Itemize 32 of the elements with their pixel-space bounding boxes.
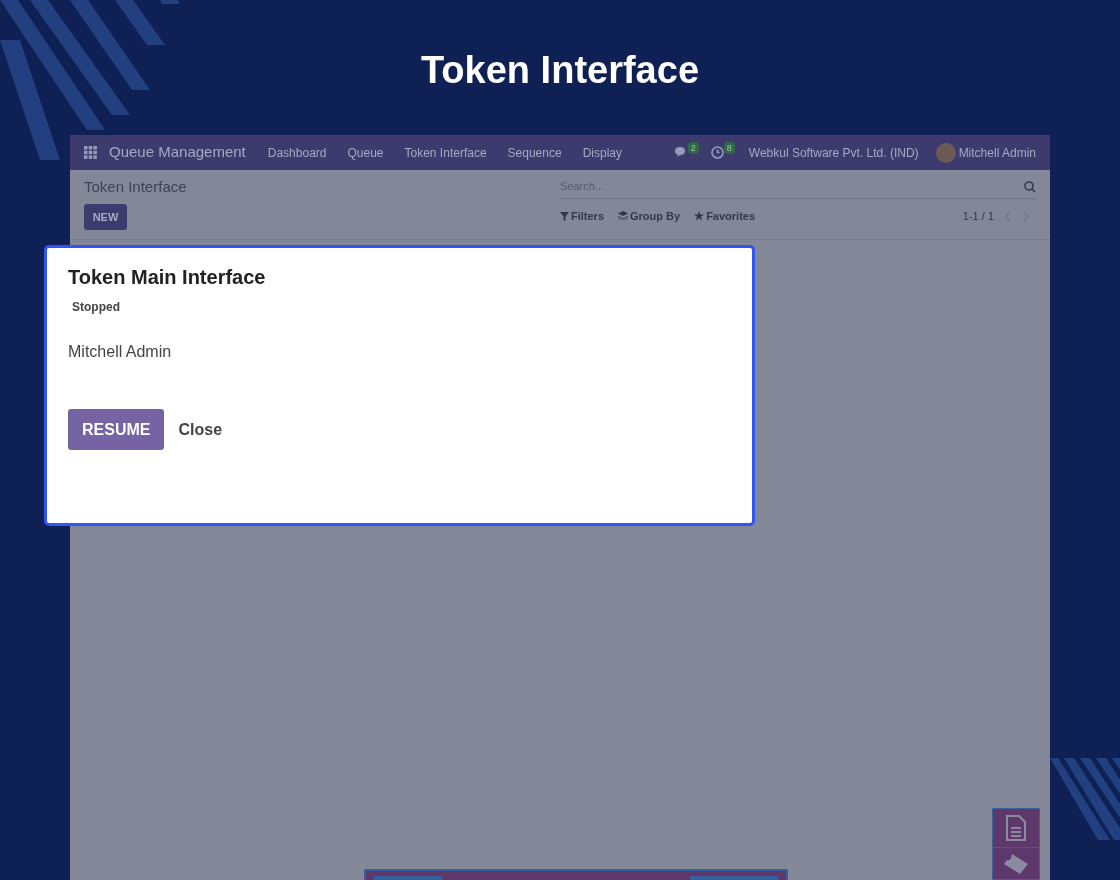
clock-icon[interactable] (710, 146, 724, 159)
avatar (935, 142, 956, 163)
group-by-button[interactable]: Group By (618, 208, 681, 225)
layers-icon (618, 211, 628, 222)
user-name: Mitchell Admin (68, 342, 173, 362)
funnel-icon (560, 211, 569, 221)
menu-item[interactable]: Token Interface (404, 143, 487, 162)
pager-value: 1-1 / 1 (962, 209, 994, 224)
dialog-title: Token Main Interface (68, 265, 267, 290)
count-badge: 8 (723, 141, 735, 154)
star-icon (694, 211, 705, 222)
document-icon[interactable] (1006, 815, 1026, 841)
search-icon[interactable] (1024, 180, 1036, 193)
menu-item[interactable]: Display (582, 143, 622, 162)
status-label: Stopped (72, 299, 121, 316)
count-badge: 2 (687, 141, 699, 154)
user-menu[interactable]: Mitchell Admin (958, 143, 1036, 162)
filters-button[interactable]: Filters (560, 208, 604, 225)
ticket-icon[interactable] (1003, 853, 1029, 875)
menu-item[interactable]: Sequence (507, 143, 562, 162)
app-name[interactable]: Queue Management (109, 141, 246, 164)
apps-icon[interactable] (84, 146, 97, 159)
new-button[interactable]: NEW (84, 204, 127, 230)
resume-button[interactable]: RESUME (68, 409, 165, 450)
menu-item[interactable]: Dashboard (267, 143, 327, 162)
company-switcher[interactable]: Webkul Software Pvt. Ltd. (IND) (748, 143, 919, 162)
menu-item[interactable]: Queue (347, 143, 384, 162)
favorites-button[interactable]: Favorites (694, 208, 756, 225)
breadcrumb: Token Interface (84, 178, 187, 196)
page-title: Token Interface (420, 48, 699, 93)
chat-icon[interactable] (673, 146, 688, 159)
close-button[interactable]: Close (178, 409, 223, 450)
